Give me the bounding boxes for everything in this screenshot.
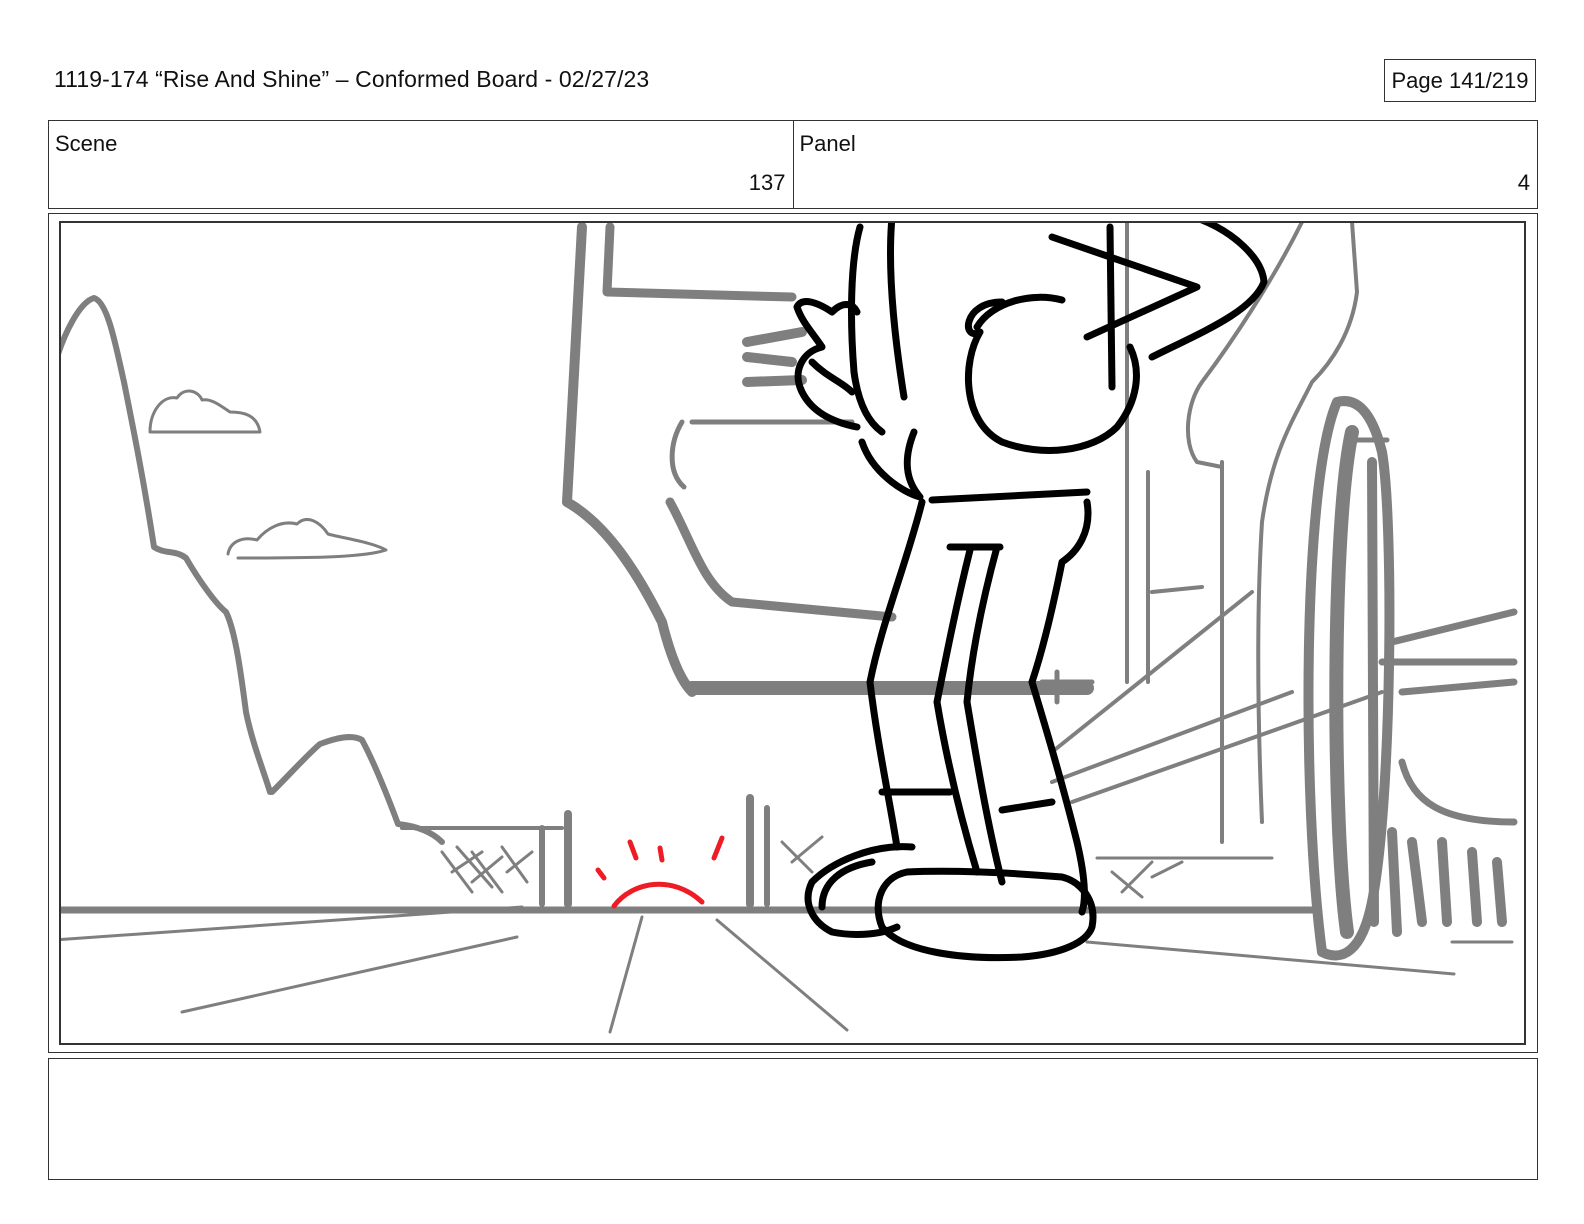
background-sketch [61, 223, 1518, 1034]
board-title: 1119-174 “Rise And Shine” – Conformed Bo… [54, 66, 650, 92]
truck-hood [1185, 223, 1304, 469]
impact-tick [595, 867, 607, 881]
panel-label: Panel [799, 131, 856, 156]
road-line [180, 935, 519, 1014]
leg-right-outer [1028, 498, 1092, 846]
impact-tick [711, 835, 725, 861]
truck-window-frame [602, 223, 797, 302]
shoe-right [874, 867, 1097, 962]
panel-number: 4 [1517, 170, 1530, 195]
scene-number: 137 [748, 170, 786, 195]
heel-line [1073, 838, 1088, 916]
hand [793, 298, 861, 431]
leg-right-inner [963, 543, 1006, 886]
shoulder [1148, 223, 1268, 361]
scene-label: Scene [55, 131, 118, 156]
impact-mark [595, 835, 725, 909]
road-line [608, 915, 644, 1034]
wheel-tread [1329, 425, 1359, 939]
mirror [742, 327, 807, 387]
waist [928, 488, 1091, 504]
scene-cell: Scene 137 [49, 121, 793, 208]
road-line [715, 918, 849, 1032]
cliff-line [61, 295, 273, 795]
road-line [1085, 940, 1456, 976]
sketch-svg [61, 223, 1518, 1034]
panel-cell: Panel 4 [792, 121, 1538, 208]
truck-window [669, 419, 687, 490]
arm-line [887, 223, 908, 401]
impact-arc [611, 881, 705, 909]
sleeve [1048, 223, 1201, 391]
cloud-1 [148, 389, 262, 434]
sock-line [878, 788, 1056, 814]
arm-line [848, 223, 886, 436]
impact-tick [627, 839, 639, 861]
finger [808, 358, 856, 396]
hip [858, 428, 924, 501]
fence-mesh [780, 835, 1184, 899]
truck-bumper [1378, 608, 1518, 696]
scene-panel-row: Scene 137 Panel 4 [48, 120, 1538, 209]
notes-box [48, 1058, 1538, 1180]
storyboard-drawing [59, 221, 1526, 1045]
truck-door-curve [665, 497, 897, 622]
truck-bumper-2 [1398, 758, 1518, 826]
fence-mesh [440, 845, 534, 894]
truck-panel-line [1150, 585, 1204, 594]
cloud-2 [226, 518, 388, 560]
page-number: Page 141/219 [1384, 59, 1536, 102]
impact-tick [657, 845, 665, 863]
